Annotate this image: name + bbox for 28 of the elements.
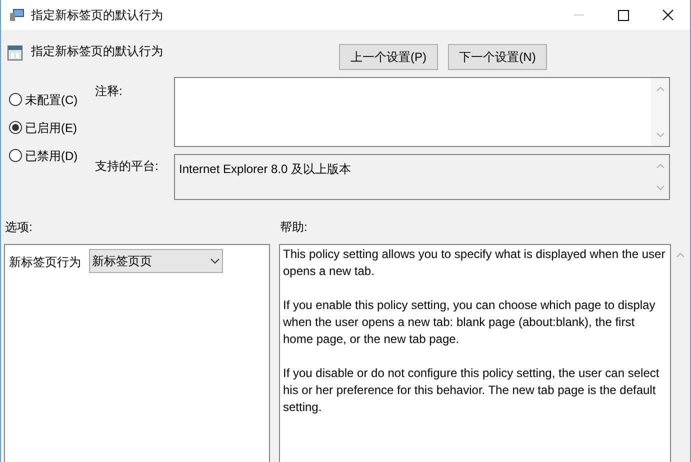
policy-icon (7, 45, 23, 61)
radio-label[interactable]: 已启用(E) (25, 118, 77, 136)
radio-button[interactable] (9, 149, 22, 162)
policy-title: 指定新标签页的默认行为 (31, 43, 163, 60)
platform-label: 支持的平台: (95, 158, 160, 175)
setting-label: 新标签页行为 (9, 254, 81, 271)
radio-button[interactable] (9, 93, 22, 106)
behavior-dropdown[interactable]: 新标签页页 (89, 249, 223, 273)
help-paragraph: This policy setting allows you to specify what is displayed when the user opens a new tab. (283, 246, 666, 280)
help-paragraph: If you disable or do not configure this policy setting, the user can select his or her preference for this behavior. The new tab page is the default setting. (283, 365, 660, 416)
close-icon[interactable] (662, 9, 674, 21)
maximize-icon[interactable] (618, 10, 629, 20)
radio-button[interactable] (9, 121, 22, 134)
comment-field[interactable] (174, 77, 670, 147)
help-paragraph: If you enable this policy setting, you can choose which page to display when the user opens a new tab: blank page (about:blank), the first home page, or the new tab page. (283, 297, 656, 348)
options-label: 选项: (5, 219, 34, 236)
window-title: 指定新标签页的默认行为 (31, 7, 163, 24)
platform-value: Internet Explorer 8.0 及以上版本 (178, 161, 352, 178)
computer-icon (9, 8, 25, 22)
radio-label[interactable]: 已禁用(D) (25, 146, 78, 164)
help-label: 帮助: (280, 219, 308, 236)
radio-label[interactable]: 未配置(C) (25, 90, 78, 108)
scroll-down-icon[interactable] (656, 132, 664, 138)
scroll-up-icon[interactable] (656, 86, 664, 92)
comment-label: 注释: (95, 83, 124, 100)
next-setting-button[interactable]: 下一个设置(N) (448, 44, 547, 70)
previous-setting-button[interactable]: 上一个设置(P) (339, 44, 438, 70)
chevron-down-icon (210, 258, 220, 264)
